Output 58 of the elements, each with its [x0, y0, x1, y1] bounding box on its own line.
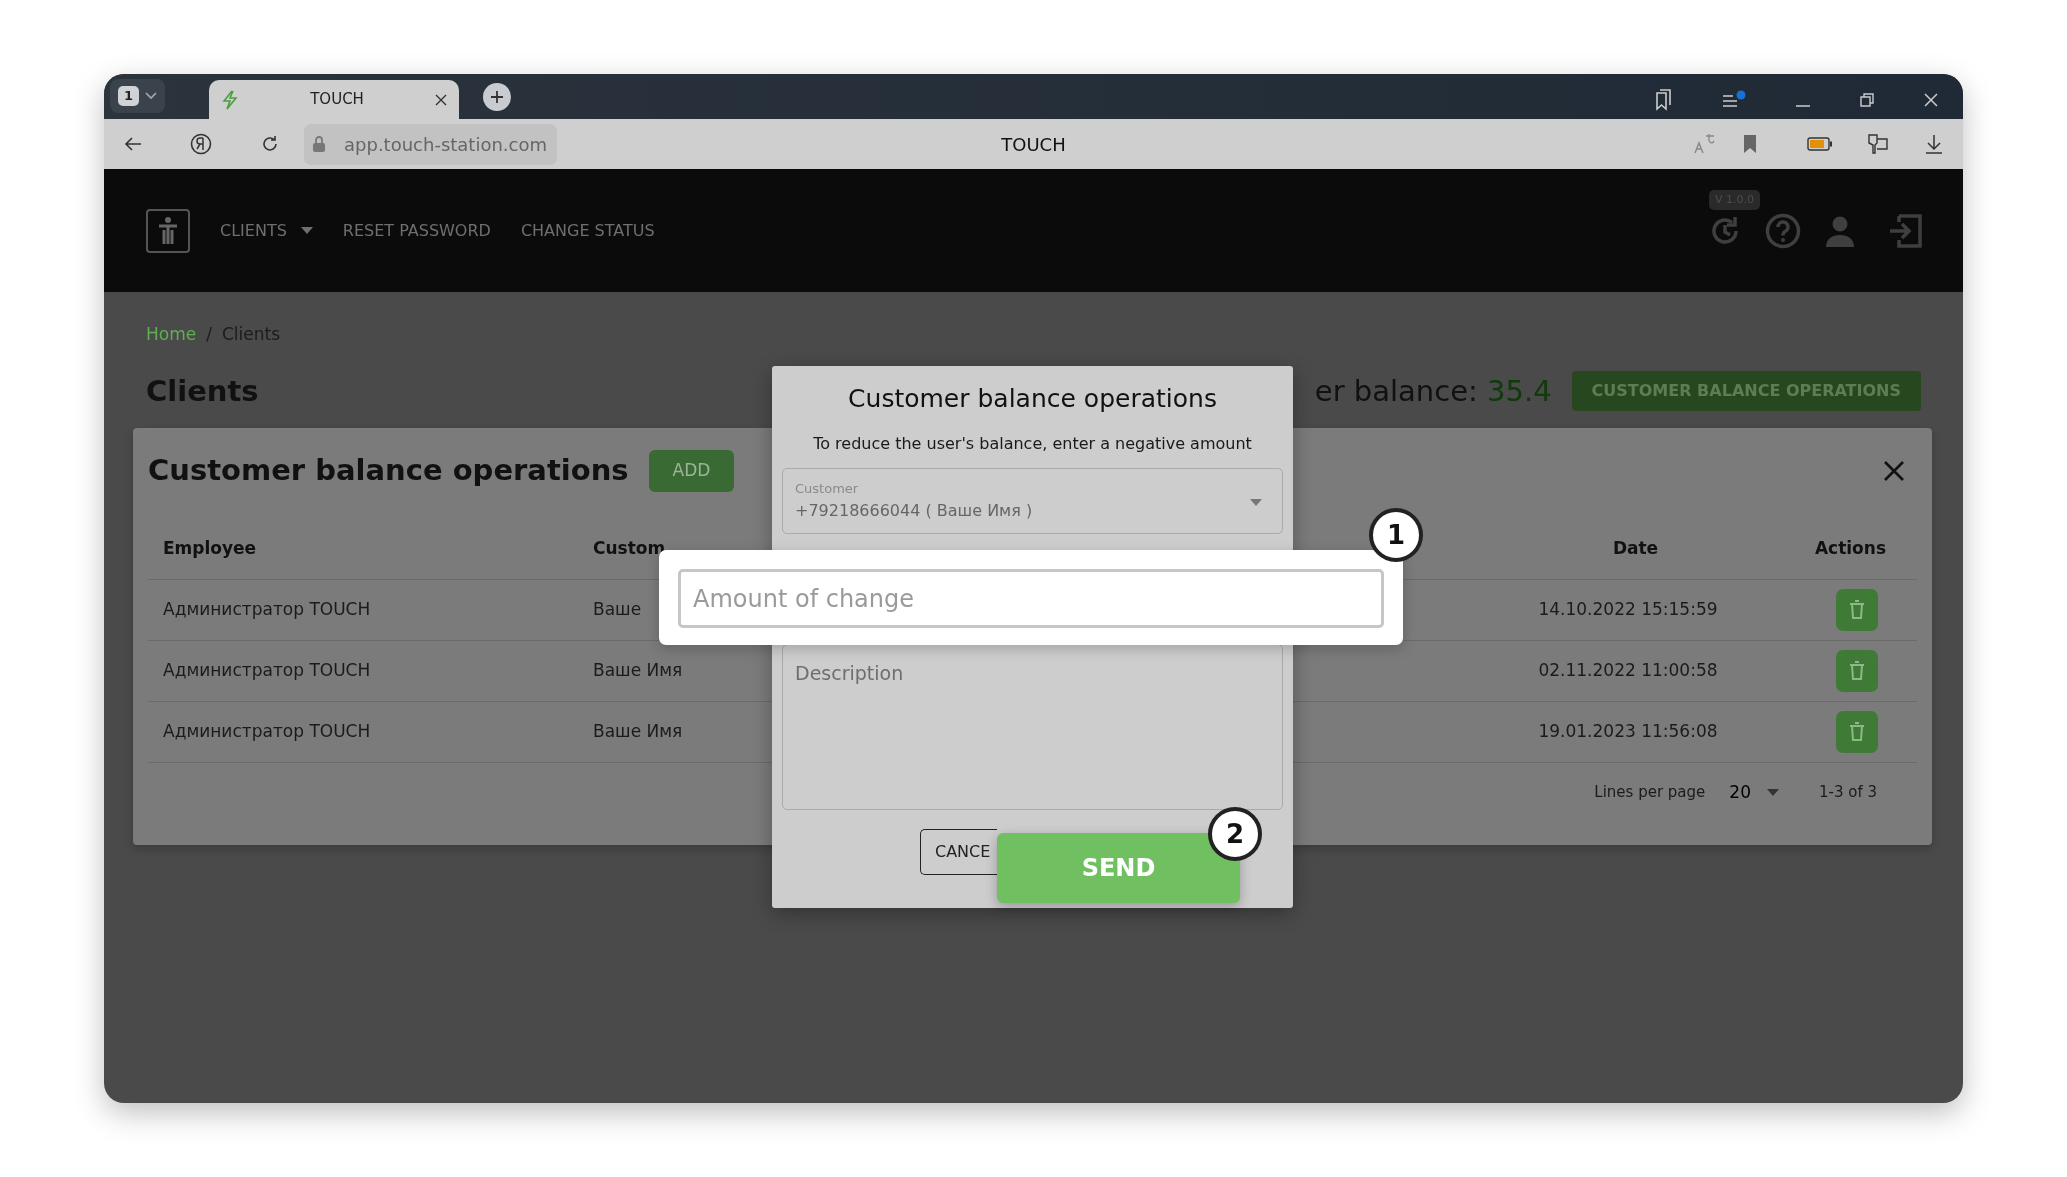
- menu-icon[interactable]: [1721, 90, 1747, 110]
- caret-icon: [300, 227, 313, 234]
- column-header: Actions: [1813, 537, 1887, 561]
- table-cell-text: Администратор TOUCH: [163, 719, 371, 743]
- column-header: Employee: [162, 537, 258, 561]
- table-cell-text: Ваше Имя: [593, 719, 683, 743]
- table-cell-text: 19.01.2023 11:56:08: [1538, 719, 1718, 743]
- table-cell-text: Ваше: [593, 597, 642, 621]
- close-icon[interactable]: [1923, 92, 1939, 108]
- bookmark-icon[interactable]: [1743, 134, 1757, 154]
- breadcrumb-link[interactable]: Home: [146, 322, 197, 348]
- extension-icon[interactable]: [1867, 133, 1891, 155]
- logo-icon[interactable]: [146, 208, 190, 253]
- nav-link[interactable]: RESET PASSWORD: [332, 212, 501, 249]
- caret-icon: [1250, 499, 1262, 506]
- nav-link[interactable]: CLIENTS: [210, 212, 323, 249]
- pager-label: Lines per page: [1594, 782, 1706, 803]
- customer-select[interactable]: Customer +79218666044 ( Ваше Имя ): [782, 468, 1283, 534]
- browser-logo-icon[interactable]: [190, 133, 212, 155]
- browser-tab[interactable]: TOUCH: [209, 80, 460, 119]
- new-tab-button[interactable]: [483, 83, 512, 111]
- per-page-select[interactable]: 20: [1723, 778, 1785, 806]
- dialog-title: Customer balance operations: [847, 384, 1218, 414]
- column-header: Date: [1611, 537, 1660, 561]
- table-cell-text: 14.10.2022 15:15:59: [1538, 597, 1718, 621]
- breadcrumb-separator: /: [206, 323, 212, 346]
- column-header: Custom: [592, 537, 667, 561]
- table-cell-text: Администратор TOUCH: [163, 597, 371, 621]
- page-range: 1-3 of 3: [1818, 782, 1877, 803]
- tab-count-button[interactable]: 1: [110, 79, 166, 113]
- plus-icon: [490, 90, 505, 104]
- description-field[interactable]: Description: [782, 644, 1283, 810]
- panel-title: Customer balance operations: [148, 453, 629, 489]
- table-cell-text: 02.11.2022 11:00:58: [1538, 658, 1718, 682]
- table-cell-text: Администратор TOUCH: [163, 658, 371, 682]
- chevron-icon: [145, 92, 158, 100]
- trash-icon: [1849, 721, 1865, 742]
- table-cell-text: Ваше Имя: [593, 658, 683, 682]
- trash-icon: [1849, 660, 1865, 681]
- close-tab-icon[interactable]: [435, 93, 448, 106]
- nav-link[interactable]: CHANGE STATUS: [510, 212, 665, 249]
- page-title: TOUCH: [1001, 133, 1066, 155]
- balance-text: er balance: 35.4: [1314, 372, 1552, 410]
- add-button[interactable]: ADD: [648, 450, 735, 492]
- balance-operations-button[interactable]: CUSTOMER BALANCE OPERATIONS: [1571, 371, 1921, 412]
- reload-icon[interactable]: [260, 134, 280, 154]
- dialog-hint: To reduce the user's balance, enter a negative amount: [812, 433, 1253, 455]
- caret-icon: [1766, 788, 1779, 796]
- lightning-icon: [221, 89, 240, 110]
- amount-field[interactable]: Amount of change: [678, 569, 1384, 628]
- trash-icon: [1849, 599, 1865, 620]
- battery-icon[interactable]: [1807, 137, 1833, 151]
- lock-icon: [312, 135, 326, 153]
- restore-icon[interactable]: [1859, 92, 1875, 108]
- download-icon[interactable]: [1925, 134, 1943, 154]
- bookmarks-icon[interactable]: [1653, 89, 1673, 111]
- back-arrow-icon[interactable]: [124, 136, 142, 152]
- page-heading: Clients: [146, 373, 259, 409]
